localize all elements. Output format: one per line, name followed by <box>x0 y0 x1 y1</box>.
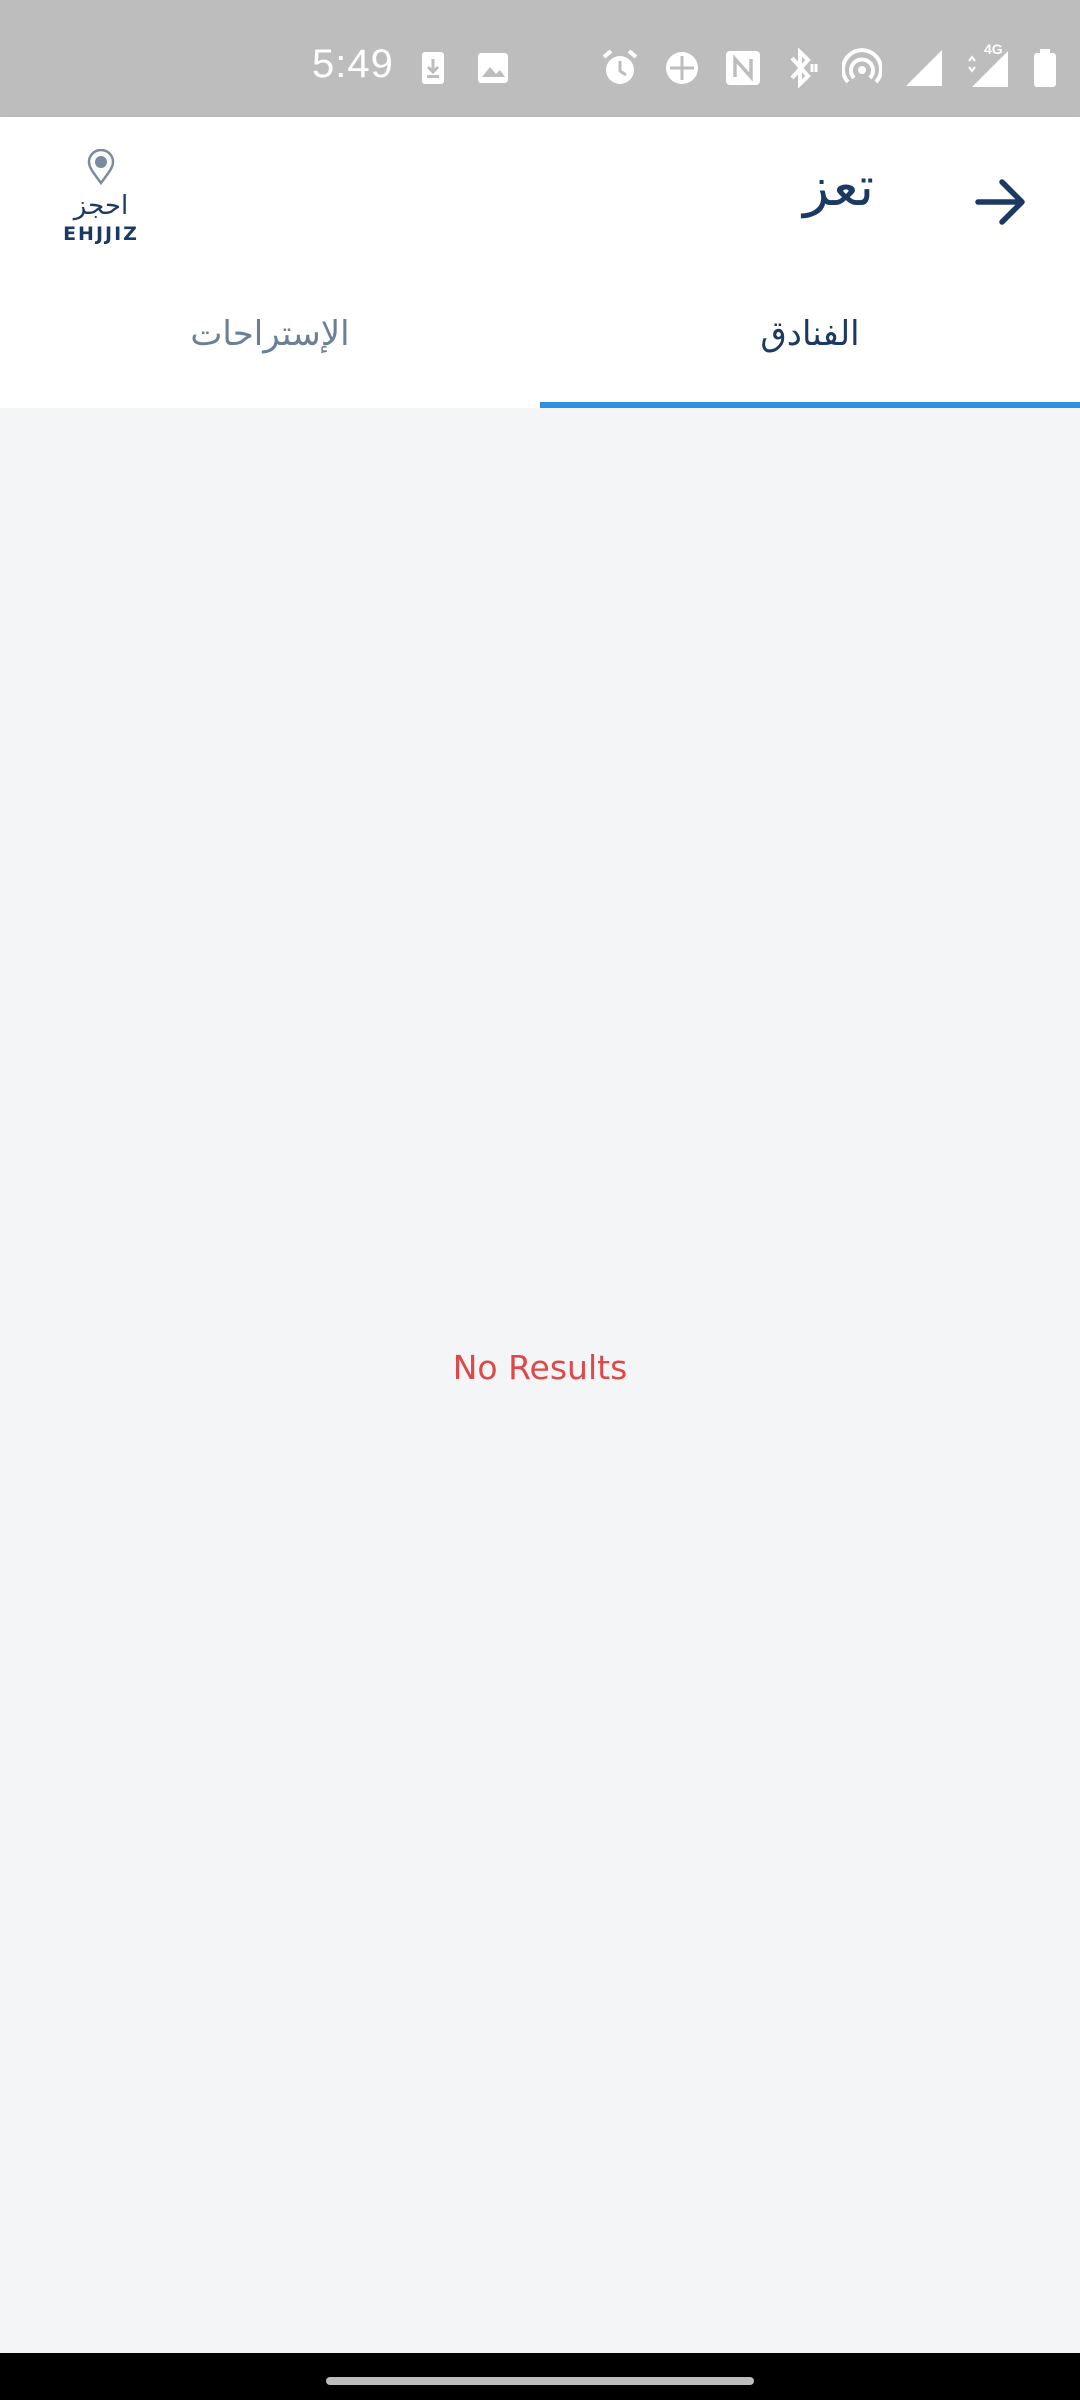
tab-bar: الفنادق الإستراحات <box>0 287 1080 408</box>
logo-english-text: EHJJIZ <box>63 223 139 245</box>
network-type: 4G <box>984 41 1003 57</box>
results-list[interactable]: No Results <box>0 408 1080 2353</box>
app-logo: احجز EHJJIZ <box>56 148 146 249</box>
download-icon <box>420 50 446 90</box>
arrow-right-icon <box>974 177 1028 231</box>
data-saver-icon <box>662 48 702 88</box>
battery-icon <box>1032 48 1058 88</box>
cell-signal-icon: 4G <box>966 41 1010 89</box>
home-indicator[interactable] <box>326 2377 754 2385</box>
alarm-icon <box>600 48 640 88</box>
tab-hotels[interactable]: الفنادق <box>540 287 1080 408</box>
navigation-bar <box>0 2353 1080 2400</box>
tab-label: الإستراحات <box>190 313 350 354</box>
image-icon <box>476 51 510 89</box>
location-pin-icon <box>86 148 116 189</box>
notification-icons <box>420 50 510 90</box>
wifi-signal-icon <box>904 48 944 88</box>
tab-label: الفنادق <box>760 313 860 354</box>
app-header: احجز EHJJIZ تعز الفنادق الإستراحات <box>0 117 1080 408</box>
back-button[interactable] <box>966 169 1036 239</box>
bluetooth-icon <box>784 48 820 88</box>
nfc-icon <box>724 49 762 87</box>
status-time: 5:49 <box>312 42 394 86</box>
page-title: تعز <box>803 155 874 218</box>
no-results-message: No Results <box>452 1348 628 1387</box>
hotspot-icon <box>842 48 882 88</box>
status-bar: 5:49 4G <box>0 0 1080 117</box>
logo-arabic-text: احجز <box>73 191 129 221</box>
system-icons: 4G <box>600 41 1058 92</box>
tab-rest-houses[interactable]: الإستراحات <box>0 287 540 408</box>
